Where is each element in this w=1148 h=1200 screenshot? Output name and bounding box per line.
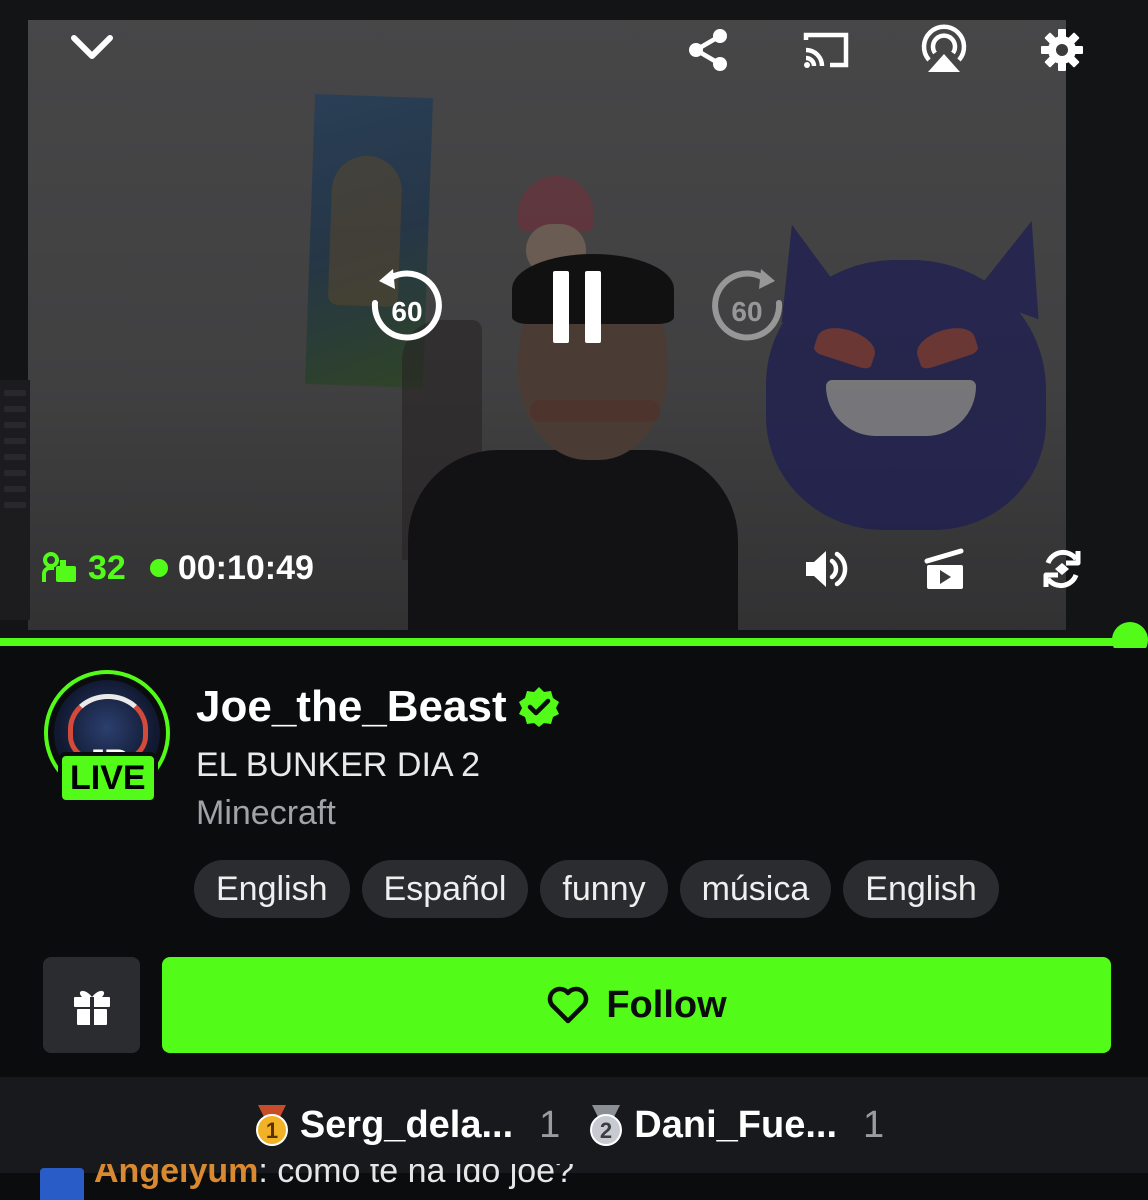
video-player[interactable]: 60 60 32 00:10:49 xyxy=(0,0,1148,640)
volume-icon xyxy=(806,551,848,587)
share-icon xyxy=(689,29,727,71)
follow-label: Follow xyxy=(606,983,727,1026)
gifter-leaderboard[interactable]: 1 Serg_dela... 1 2 Dani_Fue... 1 xyxy=(0,1077,1148,1173)
chat-badge-icon xyxy=(40,1168,84,1200)
forward-seconds-label: 60 xyxy=(731,296,762,327)
channel-name[interactable]: Joe_the_Beast xyxy=(196,682,507,732)
tag-chip[interactable]: Español xyxy=(361,860,529,918)
chat-line: Angelyum: como te ha ido joe? xyxy=(94,1164,574,1188)
seek-bar[interactable] xyxy=(0,622,1148,658)
leaderboard-name: Dani_Fue... xyxy=(634,1103,838,1146)
pause-icon xyxy=(553,271,601,343)
leaderboard-entry[interactable]: 1 Serg_dela... 1 xyxy=(252,1103,572,1147)
volume-button[interactable] xyxy=(796,542,856,596)
forward-60-button[interactable]: 60 xyxy=(704,262,794,352)
leaderboard-count: 1 xyxy=(863,1103,885,1146)
tag-chip[interactable]: English xyxy=(194,860,350,918)
tag-chip[interactable]: English xyxy=(843,860,999,918)
follow-button[interactable]: Follow xyxy=(162,957,1111,1053)
stream-stats: 32 00:10:49 xyxy=(42,548,314,588)
gold-medal-icon: 1 xyxy=(255,1105,288,1146)
leaderboard-count: 1 xyxy=(539,1103,561,1146)
verified-badge-icon xyxy=(518,687,559,727)
collapse-button[interactable] xyxy=(62,22,122,74)
silver-medal-icon: 2 xyxy=(590,1105,623,1146)
cast-button[interactable] xyxy=(796,22,856,78)
tag-list: English Español funny música English xyxy=(194,860,999,918)
channel-name-row[interactable]: Joe_the_Beast xyxy=(196,682,561,732)
chat-username[interactable]: Angelyum xyxy=(94,1164,258,1190)
rewind-60-icon: 60 xyxy=(371,269,442,341)
gift-icon xyxy=(73,990,110,1025)
gift-button[interactable] xyxy=(43,957,140,1053)
chevron-down-icon xyxy=(71,35,113,59)
live-dot xyxy=(149,559,168,577)
leaderboard-rank: 2 xyxy=(600,1118,612,1143)
rotate-icon xyxy=(1043,549,1081,589)
channel-info: JR LIVE Joe_the_Beast EL BUNKER DIA 2 Mi… xyxy=(0,648,1148,1078)
heart-icon xyxy=(548,986,589,1024)
viewer-count: 32 xyxy=(88,548,126,587)
elapsed-time: 00:10:49 xyxy=(177,548,314,587)
leaderboard-entry[interactable]: 2 Dani_Fue... 1 xyxy=(586,1103,896,1147)
forward-60-icon: 60 xyxy=(712,269,783,341)
seek-progress xyxy=(0,638,1132,646)
airplay-icon xyxy=(921,24,967,72)
cast-icon xyxy=(803,32,849,68)
rewind-60-button[interactable]: 60 xyxy=(360,262,450,352)
leaderboard-rank: 1 xyxy=(266,1118,278,1143)
share-button[interactable] xyxy=(680,22,736,78)
live-badge: LIVE xyxy=(58,752,158,804)
stream-category[interactable]: Minecraft xyxy=(196,794,336,833)
leaderboard-name: Serg_dela... xyxy=(299,1103,514,1146)
tag-chip[interactable]: funny xyxy=(540,860,668,918)
theater-mode-button[interactable] xyxy=(916,542,974,596)
chat-text: : como te ha ido joe? xyxy=(258,1164,575,1190)
settings-icon xyxy=(1041,29,1083,71)
rotate-button[interactable] xyxy=(1034,542,1090,596)
airplay-button[interactable] xyxy=(914,20,974,78)
pause-button[interactable] xyxy=(540,262,614,352)
viewers-icon xyxy=(42,552,76,582)
chat-message: Angelyum: como te ha ido joe? xyxy=(40,1164,1140,1200)
theater-mode-icon xyxy=(924,548,964,589)
tag-chip[interactable]: música xyxy=(679,860,832,918)
rewind-seconds-label: 60 xyxy=(391,296,422,327)
stream-title: EL BUNKER DIA 2 xyxy=(196,746,481,784)
settings-button[interactable] xyxy=(1034,22,1090,78)
